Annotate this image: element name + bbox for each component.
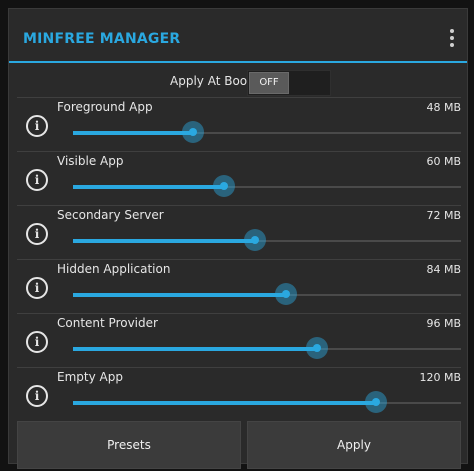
slider-label: Secondary Server: [57, 208, 164, 222]
slider-track[interactable]: [73, 391, 461, 413]
slider-label: Empty App: [57, 370, 123, 384]
slider-row-hidden-application: i Hidden Application 84 MB: [17, 259, 461, 314]
slider-fill: [73, 293, 287, 297]
slider-label: Visible App: [57, 154, 124, 168]
info-icon[interactable]: i: [26, 331, 48, 353]
slider-thumb[interactable]: [213, 175, 236, 197]
slider-thumb[interactable]: [244, 229, 267, 251]
slider-track[interactable]: [73, 121, 461, 143]
presets-button[interactable]: Presets: [17, 421, 241, 469]
overflow-menu-icon[interactable]: [447, 29, 457, 47]
slider-track[interactable]: [73, 283, 461, 305]
info-icon[interactable]: i: [26, 115, 48, 137]
slider-track[interactable]: [73, 175, 461, 197]
slider-value: 84 MB: [426, 263, 461, 276]
apply-button[interactable]: Apply: [247, 421, 461, 469]
slider-thumb[interactable]: [306, 337, 329, 359]
slider-value: 120 MB: [419, 371, 461, 384]
slider-track[interactable]: [73, 337, 461, 359]
apply-at-boot-row: Apply At Boot OFF: [9, 67, 467, 99]
slider-fill: [73, 401, 376, 405]
slider-row-empty-app: i Empty App 120 MB: [17, 367, 461, 417]
slider-label: Hidden Application: [57, 262, 171, 276]
slider-value: 96 MB: [426, 317, 461, 330]
info-icon[interactable]: i: [26, 277, 48, 299]
info-icon[interactable]: i: [26, 385, 48, 407]
slider-row-foreground-app: i Foreground App 48 MB: [17, 97, 461, 152]
slider-value: 48 MB: [426, 101, 461, 114]
info-icon[interactable]: i: [26, 169, 48, 191]
button-bar: Presets Apply: [17, 421, 461, 471]
slider-fill: [73, 347, 318, 351]
toggle-state: OFF: [249, 72, 289, 94]
slider-fill: [73, 239, 256, 243]
slider-label: Content Provider: [57, 316, 158, 330]
slider-track[interactable]: [73, 229, 461, 251]
slider-list: i Foreground App 48 MB i Visible App 60 …: [17, 97, 461, 417]
slider-row-content-provider: i Content Provider 96 MB: [17, 313, 461, 368]
slider-fill: [73, 131, 194, 135]
page-title: MINFREE MANAGER: [23, 31, 181, 47]
slider-thumb[interactable]: [364, 391, 387, 413]
slider-fill: [73, 185, 225, 189]
slider-thumb[interactable]: [275, 283, 298, 305]
slider-row-visible-app: i Visible App 60 MB: [17, 151, 461, 206]
header: MINFREE MANAGER: [9, 9, 467, 63]
slider-value: 60 MB: [426, 155, 461, 168]
app-window: MINFREE MANAGER Apply At Boot OFF i Fore…: [8, 8, 468, 469]
apply-at-boot-label: Apply At Boot: [170, 74, 252, 88]
slider-row-secondary-server: i Secondary Server 72 MB: [17, 205, 461, 260]
slider-value: 72 MB: [426, 209, 461, 222]
apply-at-boot-toggle[interactable]: OFF: [247, 70, 331, 96]
slider-thumb[interactable]: [182, 121, 205, 143]
slider-label: Foreground App: [57, 100, 153, 114]
info-icon[interactable]: i: [26, 223, 48, 245]
